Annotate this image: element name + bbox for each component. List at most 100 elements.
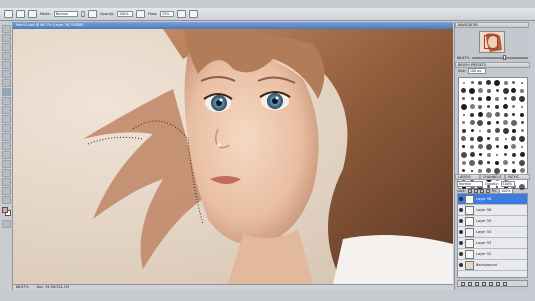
brush-preset-tip[interactable] [460, 159, 467, 166]
zoom-readout[interactable]: 66.67% [16, 285, 29, 290]
zoom-slider-knob[interactable] [502, 55, 506, 60]
clone-stamp-tool-icon[interactable] [2, 97, 11, 105]
brush-preset-tip[interactable] [502, 111, 509, 118]
brush-preset-tip[interactable] [519, 159, 526, 166]
pressure-size-icon[interactable] [189, 10, 199, 18]
navigator-view-box[interactable] [484, 35, 498, 49]
brush-preset-tip[interactable] [477, 135, 484, 142]
brush-size-field[interactable]: 100 px [467, 68, 486, 74]
layer-row[interactable]: Layer 58 [458, 194, 527, 205]
brush-preset-tip[interactable] [485, 167, 492, 174]
brush-preset-tip[interactable] [494, 111, 501, 118]
visibility-eye-icon[interactable] [459, 208, 463, 212]
tablet-pressure-icon[interactable] [87, 10, 97, 18]
brush-preset-tip[interactable] [502, 127, 509, 134]
brush-preset-tip[interactable] [502, 143, 509, 150]
visibility-eye-icon[interactable] [459, 263, 463, 267]
visibility-eye-icon[interactable] [459, 241, 463, 245]
new-layer-icon[interactable] [496, 281, 500, 286]
brush-preset-tip[interactable] [468, 159, 476, 166]
layer-row[interactable]: Layer 53 [458, 238, 527, 249]
visibility-eye-icon[interactable] [459, 230, 463, 234]
brush-preset-tip[interactable] [485, 135, 492, 142]
brush-preset-tip[interactable] [477, 111, 484, 118]
brush-preset-tip[interactable] [510, 167, 517, 174]
brush-preset-tip[interactable] [485, 79, 492, 86]
brush-preset-tip[interactable] [468, 95, 475, 102]
brush-preset-tip[interactable] [502, 87, 509, 94]
brush-preset-tip[interactable] [502, 159, 509, 166]
crop-tool-icon[interactable] [2, 61, 11, 69]
brush-preset-tip[interactable] [460, 103, 467, 110]
brush-preset-tip[interactable] [460, 143, 467, 150]
brush-picker-icon[interactable] [16, 10, 25, 18]
brush-preset-tip[interactable] [494, 151, 501, 158]
layer-row[interactable]: Layer 54 [458, 227, 527, 238]
brush-preset-tip[interactable] [519, 119, 526, 126]
brush-preset-tip[interactable] [485, 111, 492, 118]
brush-preset-tip[interactable] [477, 151, 484, 158]
brush-panel-toggle-icon[interactable] [28, 10, 37, 18]
brush-preset-tip[interactable] [485, 143, 492, 150]
brush-preset-tip[interactable] [477, 143, 484, 150]
mode-select[interactable]: Normal [53, 11, 78, 17]
brush-preset-tip[interactable] [519, 135, 526, 142]
brush-preset-tip[interactable] [502, 79, 509, 86]
brush-preset-tip[interactable] [510, 135, 517, 142]
quick-select-tool-icon[interactable] [2, 52, 11, 60]
brush-preset-tip[interactable] [477, 103, 484, 110]
zoom-tool-icon[interactable] [2, 196, 11, 204]
move-tool-icon[interactable] [2, 25, 11, 33]
layer-row[interactable]: Layer 55 [458, 216, 527, 227]
navigator-thumbnail[interactable] [479, 31, 505, 53]
brush-preset-tip[interactable] [510, 119, 517, 126]
opacity-field[interactable]: 100% [117, 11, 134, 17]
document-tab-title[interactable]: learn2.psd @ 66.7% (Layer 58, RGB/8) [13, 22, 453, 29]
brush-preset-tip[interactable] [494, 143, 501, 150]
brush-preset-tip[interactable] [494, 159, 501, 166]
brush-preset-tip[interactable] [494, 95, 501, 102]
brush-preset-tip[interactable] [519, 143, 526, 150]
brush-preset-tip[interactable] [485, 87, 492, 94]
eraser-tool-icon[interactable] [2, 115, 11, 123]
layer-mask-icon[interactable] [475, 281, 479, 286]
pressure-opacity-icon[interactable] [136, 10, 146, 18]
brush-preset-tip[interactable] [510, 127, 517, 134]
layer-style-icon[interactable] [468, 281, 472, 286]
foreground-color-swatch[interactable] [2, 207, 8, 213]
brush-preset-tip[interactable] [468, 143, 475, 150]
brush-preset-tip[interactable] [460, 127, 467, 134]
brush-preset-tip[interactable] [494, 135, 501, 142]
blur-tool-icon[interactable] [2, 133, 11, 141]
brush-preset-tip[interactable] [460, 167, 467, 174]
brush-preset-tip[interactable] [468, 135, 475, 142]
brush-preset-tip[interactable] [502, 135, 509, 142]
brush-preset-tip[interactable] [477, 95, 484, 102]
tab-navigator[interactable]: NAVIGATOR [455, 22, 529, 28]
brush-preset-tip[interactable] [460, 135, 467, 142]
brush-preset-tip[interactable] [485, 95, 492, 102]
tab-channels[interactable]: CHANNELS [480, 174, 505, 180]
brush-preset-tip[interactable] [502, 167, 509, 174]
brush-preset-tip[interactable] [502, 95, 509, 102]
brush-preset-tip[interactable] [460, 87, 467, 94]
brush-preset-tip[interactable] [485, 151, 492, 158]
brush-preset-tip[interactable] [477, 79, 484, 86]
quick-mask-icon[interactable] [2, 220, 11, 228]
brush-tool-icon[interactable] [2, 88, 11, 96]
history-brush-tool-icon[interactable] [2, 106, 11, 114]
brush-preset-tip[interactable] [502, 103, 509, 110]
brush-preset-tip[interactable] [510, 143, 517, 150]
brush-preset-tip[interactable] [468, 119, 475, 126]
brush-preset-tip[interactable] [502, 119, 509, 126]
pen-tool-icon[interactable] [2, 151, 11, 159]
brush-tool-preset-icon[interactable] [4, 10, 13, 18]
brush-preset-tip[interactable] [460, 119, 467, 126]
marquee-tool-icon[interactable] [2, 34, 11, 42]
brush-preset-tip[interactable] [510, 159, 517, 166]
brush-preset-tip[interactable] [477, 167, 484, 174]
visibility-eye-icon[interactable] [459, 197, 463, 201]
brush-preset-tip[interactable] [485, 119, 492, 126]
tab-paths[interactable]: PATHS [505, 174, 530, 180]
brush-preset-tip[interactable] [510, 95, 517, 102]
